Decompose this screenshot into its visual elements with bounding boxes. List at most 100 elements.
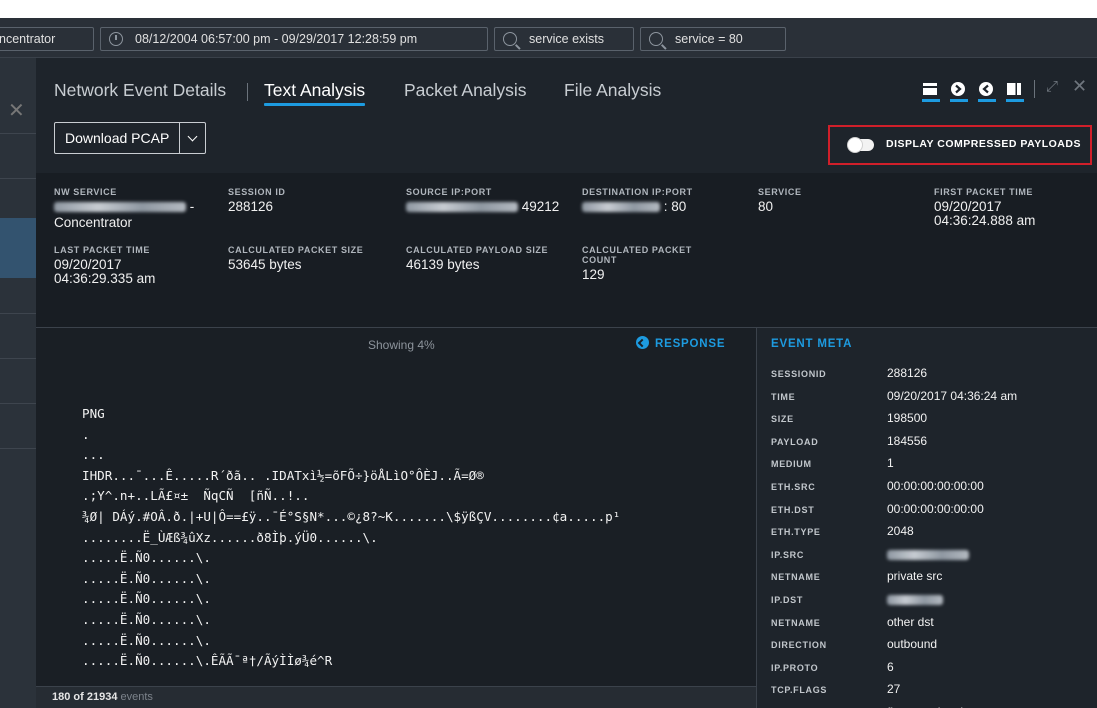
service-value: 80 — [758, 199, 774, 214]
tab-text-analysis[interactable]: Text Analysis — [264, 80, 366, 106]
event-meta-title: EVENT META — [771, 338, 853, 350]
event-meta-row: IP.DST — [771, 590, 1091, 612]
redacted-ip — [887, 594, 943, 605]
meta-key[interactable]: DIRECTION — [771, 640, 827, 650]
event-meta-row: DIRECTION outbound — [771, 635, 1091, 657]
meta-value[interactable]: outbound — [887, 637, 937, 651]
payload-line: .;Y^.n+..LÃ£¤± ÑqCÑ [ñÑ..!.. — [82, 488, 310, 504]
first-packet-clock: 04:36:24.888 am — [934, 213, 1036, 228]
meta-key[interactable]: ETH.SRC — [771, 482, 815, 492]
meta-value[interactable]: 198500 — [887, 411, 927, 425]
meta-value[interactable] — [887, 547, 969, 561]
clock-icon — [109, 32, 123, 46]
meta-value[interactable]: 00:00:00:00:00:00 — [887, 479, 984, 493]
query-pill-service-exists[interactable]: service exists — [494, 27, 634, 51]
payload-line: .....Ë.Ñ0......\. — [82, 550, 211, 566]
time-range-pill[interactable]: 08/12/2004 06:57:00 pm - 09/29/2017 12:2… — [100, 27, 488, 51]
tab-file-analysis[interactable]: File Analysis — [564, 80, 661, 101]
destination-ip-port-value: : 80 — [582, 200, 693, 214]
meta-key[interactable]: MEDIUM — [771, 459, 812, 469]
request-and-response-icon[interactable] — [922, 81, 940, 102]
calculated-payload-size-label: CALCULATED PAYLOAD SIZE — [406, 245, 549, 255]
meta-value[interactable]: other dst — [887, 615, 934, 629]
redacted-source-ip — [406, 202, 518, 213]
calculated-packet-count-label: CALCULATED PACKET COUNT — [582, 245, 692, 265]
app-screen: ncentrator 08/12/2004 06:57:00 pm - 09/2… — [0, 18, 1097, 708]
calculated-packet-size-value: 53645 bytes — [228, 257, 302, 272]
chevron-down-icon[interactable] — [179, 123, 205, 153]
service-field: SERVICE 80 — [758, 187, 802, 214]
meta-value[interactable]: 184556 — [887, 434, 927, 448]
expand-icon[interactable]: ⤢ — [1046, 78, 1058, 95]
payload-line: .....Ë.Ñ0......\. — [82, 611, 211, 627]
download-pcap-label: Download PCAP — [65, 130, 170, 146]
meta-key[interactable]: IP.SRC — [771, 550, 804, 560]
query-pill-service-80[interactable]: service = 80 — [640, 27, 786, 51]
pager-count: 180 of 21934 — [52, 691, 118, 703]
calculated-payload-size-value: 46139 bytes — [406, 257, 480, 272]
download-pcap-button[interactable]: Download PCAP — [54, 122, 207, 154]
payload-line: .....Ë.Ñ0......\.ÊÃÃ¯ª†/ÃýÌÌø¾é^R — [82, 653, 333, 669]
meta-key[interactable]: TIME — [771, 392, 795, 402]
last-packet-time-label: LAST PACKET TIME — [54, 245, 150, 255]
event-meta-row: PAYLOAD 184556 — [771, 432, 1091, 454]
background-events-list: ✕ — [0, 58, 36, 708]
meta-key[interactable]: NETNAME — [771, 572, 820, 582]
nw-service-suffix: - — [189, 199, 195, 214]
nw-service-type: Concentrator — [54, 215, 133, 230]
event-meta-row: NETNAME other dst — [771, 613, 1091, 635]
meta-value[interactable]: 2048 — [887, 524, 914, 538]
meta-key[interactable]: TCP.FLAGS — [771, 685, 827, 695]
meta-value[interactable] — [887, 592, 943, 606]
calculated-payload-size-field: CALCULATED PAYLOAD SIZE 46139 bytes — [406, 245, 548, 272]
close-icon[interactable]: ✕ — [1072, 76, 1087, 97]
meta-key[interactable]: SESSIONID — [771, 369, 826, 379]
payload-line: ¾Ø| DÁý.#OÂ.ð.|+U|Ô==£ÿ..¯É°S§N*...©¿8?~… — [82, 508, 621, 524]
side-by-side-icon[interactable] — [1006, 81, 1024, 102]
redacted-ip — [887, 549, 969, 560]
event-meta-row: TCP.FLAGS.SEENfin syn psh ack — [771, 703, 1091, 708]
query-pill-label: service exists — [529, 32, 605, 46]
meta-value[interactable]: 27 — [887, 682, 900, 696]
meta-key[interactable]: PAYLOAD — [771, 437, 818, 447]
query-pill-label: service = 80 — [675, 32, 743, 46]
payload-line: ... — [82, 447, 105, 463]
service-filter-pill[interactable]: ncentrator — [0, 27, 94, 51]
nw-service-value: - — [54, 200, 214, 214]
meta-key[interactable]: NETNAME — [771, 618, 820, 628]
meta-value[interactable]: 6 — [887, 660, 894, 674]
nw-service-label: NW SERVICE — [54, 187, 117, 197]
calculated-packet-count-field: CALCULATED PACKET COUNT 129 — [582, 245, 722, 282]
redacted-destination-ip — [582, 202, 660, 213]
response-arrow-icon — [636, 336, 649, 349]
tab-packet-analysis[interactable]: Packet Analysis — [404, 80, 527, 101]
service-label: SERVICE — [758, 187, 802, 197]
meta-value[interactable]: 288126 — [887, 366, 927, 380]
close-icon: ✕ — [8, 100, 25, 122]
meta-key[interactable]: ETH.TYPE — [771, 527, 821, 537]
payload-line: IHDR...¯...Ê.....R´ðã.. .IDATxì½=õFÕ÷}öÅ… — [82, 467, 484, 483]
event-meta-row: ETH.SRC 00:00:00:00:00:00 — [771, 477, 1091, 499]
source-ip-port-value: 49212 — [406, 200, 559, 214]
meta-key[interactable]: SIZE — [771, 414, 794, 424]
destination-ip-port-field: DESTINATION IP:PORT : 80 — [582, 187, 693, 214]
compressed-payloads-toggle[interactable] — [847, 137, 874, 153]
meta-value[interactable]: 09/20/2017 04:36:24 am — [887, 389, 1017, 403]
event-meta-row: NETNAME private src — [771, 567, 1091, 589]
meta-key[interactable]: IP.DST — [771, 595, 803, 605]
tab-network-event-details[interactable]: Network Event Details — [54, 80, 226, 101]
meta-key[interactable]: ETH.DST — [771, 505, 814, 515]
time-range-label: 08/12/2004 06:57:00 pm - 09/29/2017 12:2… — [135, 32, 418, 46]
meta-value[interactable]: 00:00:00:00:00:00 — [887, 502, 984, 516]
response-jump-link[interactable]: RESPONSE — [636, 336, 725, 350]
meta-key[interactable]: IP.PROTO — [771, 663, 818, 673]
payload-text: PNG.... IHDR...¯...Ê.....R´ðã.. .IDATxì½=… — [82, 404, 742, 672]
source-ip-port-field: SOURCE IP:PORT 49212 — [406, 187, 559, 214]
source-port: 49212 — [521, 199, 560, 214]
tab-separator — [247, 83, 248, 101]
meta-value[interactable]: private src — [887, 569, 942, 583]
response-icon[interactable] — [978, 81, 996, 102]
event-meta-row: TIME 09/20/2017 04:36:24 am — [771, 387, 1091, 409]
request-icon[interactable] — [950, 81, 968, 102]
meta-value[interactable]: 1 — [887, 456, 894, 470]
